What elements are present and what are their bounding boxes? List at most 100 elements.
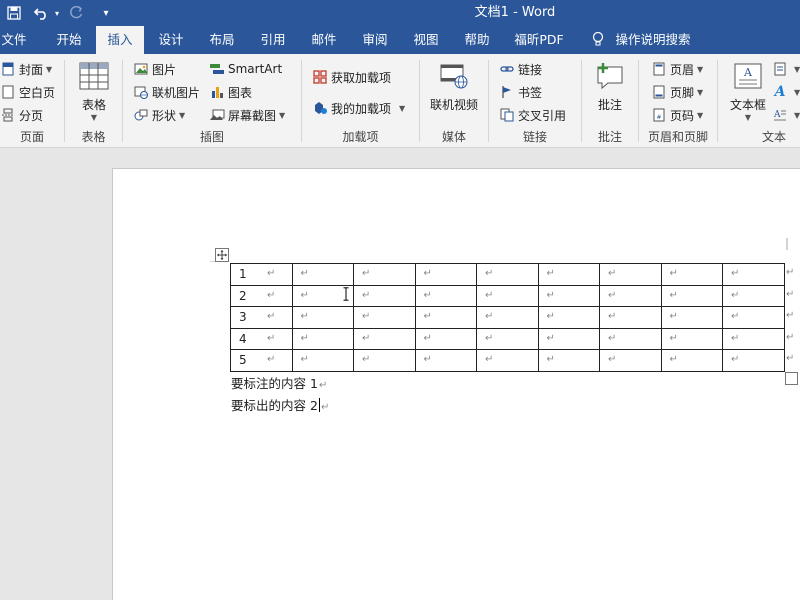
- header-button[interactable]: 页眉 ▼: [651, 59, 703, 79]
- table-cell[interactable]: 1 ↵: [230, 263, 293, 286]
- table-resize-handle[interactable]: [785, 372, 798, 385]
- table-cell[interactable]: ↵: [599, 327, 662, 350]
- table-cell[interactable]: ↵: [353, 284, 416, 307]
- table-cell[interactable]: ↵: [722, 306, 785, 329]
- online-picture-button[interactable]: 联机图片: [133, 82, 200, 102]
- paragraph-2[interactable]: 要标出的内容 2 ↵: [231, 395, 329, 414]
- group-header-footer: 页眉 ▼ 页脚 ▼ # 页码 ▼ 页眉和页脚: [639, 54, 717, 148]
- cell-end-mark: ↵: [608, 268, 617, 279]
- table-cell[interactable]: ↵: [414, 306, 477, 329]
- footer-icon: [651, 84, 667, 100]
- table-cell[interactable]: ↵: [414, 263, 477, 286]
- tab-help[interactable]: 帮助: [456, 26, 498, 54]
- wordart-button[interactable]: A ▼: [772, 82, 800, 102]
- table-cell[interactable]: ↵: [476, 263, 539, 286]
- table-cell[interactable]: ↵: [353, 263, 416, 286]
- cell-end-mark: ↵: [485, 311, 494, 322]
- ibeam-cursor-icon: [343, 287, 349, 301]
- group-label-header-footer: 页眉和页脚: [647, 130, 708, 144]
- table-cell[interactable]: ↵: [537, 327, 600, 350]
- table-button[interactable]: 表格 ▼: [75, 60, 113, 122]
- cover-page-button[interactable]: 封面 ▼: [0, 59, 52, 79]
- blank-page-button[interactable]: 空白页: [0, 82, 55, 102]
- table-cell[interactable]: 5 ↵: [230, 349, 293, 372]
- smartart-button[interactable]: SmartArt: [209, 59, 282, 79]
- table-cell[interactable]: ↵: [537, 306, 600, 329]
- table-cell[interactable]: ↵: [291, 327, 354, 350]
- tell-me-search[interactable]: 操作说明搜索: [612, 26, 694, 54]
- table-cell[interactable]: ↵: [291, 263, 354, 286]
- text-box-button[interactable]: A 文本框 ▼: [726, 60, 770, 122]
- table-cell[interactable]: ↵: [722, 284, 785, 307]
- table-cell[interactable]: ↵: [291, 349, 354, 372]
- cell-end-mark: ↵: [267, 354, 276, 365]
- table-cell[interactable]: ↵: [476, 284, 539, 307]
- quick-parts-button[interactable]: ▼: [772, 59, 800, 79]
- table-cell[interactable]: ↵: [599, 263, 662, 286]
- document-page[interactable]: [112, 168, 800, 600]
- tab-design[interactable]: 设计: [150, 26, 192, 54]
- link-icon: [499, 61, 515, 77]
- picture-button[interactable]: 图片: [133, 59, 176, 79]
- table-cell[interactable]: 2 ↵: [230, 284, 293, 307]
- shapes-button[interactable]: 形状 ▼: [133, 105, 185, 125]
- table-cell[interactable]: ↵: [476, 349, 539, 372]
- footer-button[interactable]: 页脚 ▼: [651, 82, 703, 102]
- online-video-button[interactable]: 联机视频: [426, 60, 482, 113]
- table-cell[interactable]: ↵: [599, 349, 662, 372]
- table-cell[interactable]: ↵: [660, 327, 723, 350]
- row-number: 4: [239, 331, 247, 346]
- cell-end-mark: ↵: [608, 311, 617, 322]
- tab-mailings[interactable]: 邮件: [303, 26, 345, 54]
- table-cell[interactable]: ↵: [414, 349, 477, 372]
- table-cell[interactable]: 3 ↵: [230, 306, 293, 329]
- table-move-handle[interactable]: [215, 248, 229, 262]
- tab-file[interactable]: 文件: [0, 26, 28, 54]
- link-button[interactable]: 链接: [499, 59, 542, 79]
- cross-reference-button[interactable]: 交叉引用: [499, 105, 566, 125]
- paragraph-1[interactable]: 要标注的内容 1↵: [231, 373, 327, 392]
- table-cell[interactable]: ↵: [660, 263, 723, 286]
- table-cell[interactable]: 4 ↵: [230, 327, 293, 350]
- table-cell[interactable]: ↵: [537, 263, 600, 286]
- get-addins-button[interactable]: 获取加载项: [312, 67, 391, 87]
- tab-view[interactable]: 视图: [405, 26, 447, 54]
- new-comment-button[interactable]: 批注: [592, 60, 628, 113]
- row-end-mark: ↵: [786, 310, 795, 321]
- table-cell[interactable]: ↵: [353, 306, 416, 329]
- table-cell[interactable]: ↵: [476, 327, 539, 350]
- table-cell[interactable]: ↵: [291, 306, 354, 329]
- lightbulb-icon[interactable]: [586, 26, 610, 54]
- table-cell[interactable]: ↵: [660, 284, 723, 307]
- page-break-button[interactable]: 分页: [0, 105, 43, 125]
- table-cell[interactable]: ↵: [599, 284, 662, 307]
- drop-cap-button[interactable]: A ▼: [772, 105, 800, 125]
- document-table[interactable]: 1 ↵ ↵ ↵ ↵ ↵ ↵ ↵ ↵ ↵ 2 ↵ ↵ ↵ ↵ ↵ ↵ ↵ ↵ ↵ 3 ↵ ↵ ↵ ↵ ↵ ↵ ↵ ↵ ↵ 4 ↵ ↵ ↵ ↵ ↵ ↵ ↵ ↵ ↵…: [230, 263, 785, 372]
- tab-home[interactable]: 开始: [48, 26, 90, 54]
- screenshot-button[interactable]: 屏幕截图 ▼: [209, 105, 285, 125]
- table-cell[interactable]: ↵: [660, 349, 723, 372]
- tab-insert[interactable]: 插入: [96, 26, 144, 54]
- paragraph-mark: ↵: [318, 380, 328, 391]
- tab-review[interactable]: 审阅: [354, 26, 396, 54]
- table-cell[interactable]: ↵: [353, 349, 416, 372]
- table-cell[interactable]: ↵: [537, 349, 600, 372]
- table-cell[interactable]: ↵: [476, 306, 539, 329]
- table-cell[interactable]: ↵: [722, 263, 785, 286]
- table-cell[interactable]: ↵: [660, 306, 723, 329]
- table-cell[interactable]: ↵: [537, 284, 600, 307]
- chart-button[interactable]: 图表: [209, 82, 252, 102]
- table-cell[interactable]: ↵: [353, 327, 416, 350]
- tab-references[interactable]: 引用: [252, 26, 294, 54]
- table-cell[interactable]: ↵: [414, 327, 477, 350]
- tab-foxit-pdf[interactable]: 福昕PDF: [510, 26, 568, 54]
- page-number-button[interactable]: # 页码 ▼: [651, 105, 703, 125]
- bookmark-button[interactable]: 书签: [499, 82, 542, 102]
- table-cell[interactable]: ↵: [599, 306, 662, 329]
- cell-end-mark: ↵: [267, 332, 276, 344]
- my-addins-button[interactable]: 我的加载项 ▼: [312, 98, 405, 118]
- table-cell[interactable]: ↵: [414, 284, 477, 307]
- tab-layout[interactable]: 布局: [201, 26, 243, 54]
- table-cell[interactable]: ↵: [722, 327, 785, 350]
- table-cell[interactable]: ↵: [722, 349, 785, 372]
